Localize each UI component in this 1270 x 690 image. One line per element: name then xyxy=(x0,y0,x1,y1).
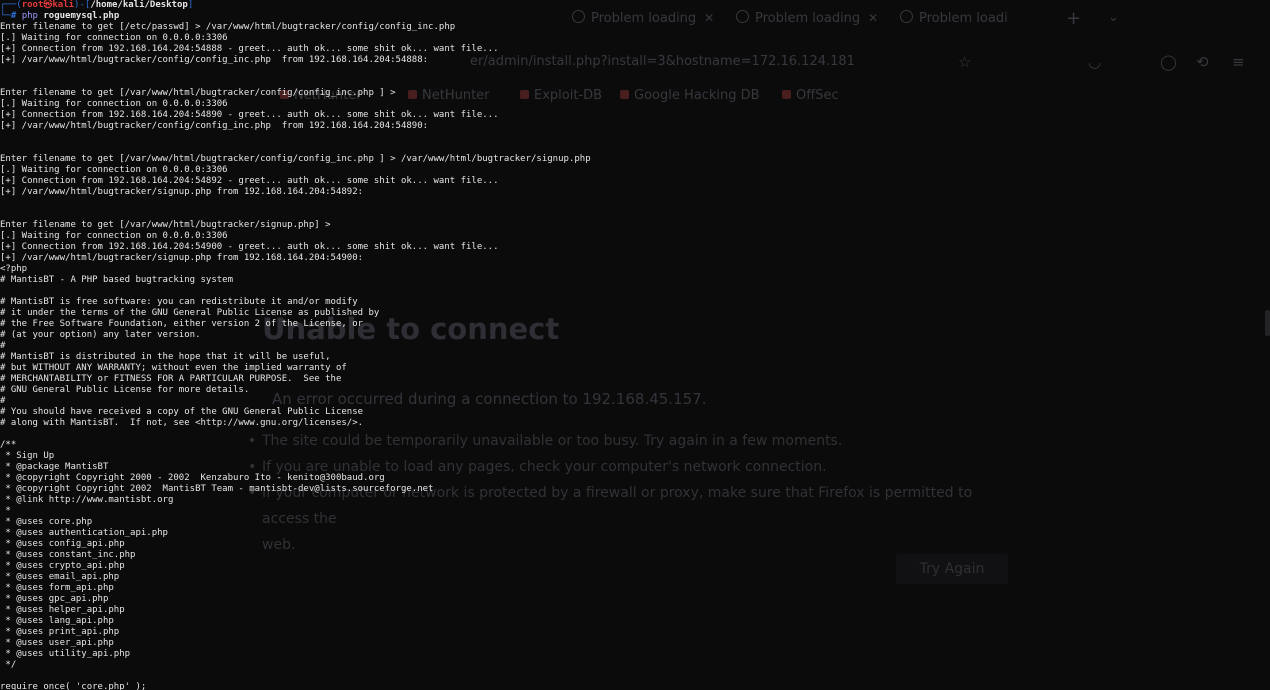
terminal-line: /** xyxy=(0,440,17,450)
prompt-line-2: └─# php roguemysql.php xyxy=(0,11,120,21)
terminal-line: # GNU General Public License for more de… xyxy=(0,385,250,395)
terminal-line: * Sign Up xyxy=(0,451,55,461)
screen: Problem loading ✕ Problem loading ✕ Proble… xyxy=(0,0,1270,690)
terminal-line: # You should have received a copy of the… xyxy=(0,407,364,417)
terminal-line: [+] /var/www/html/bugtracker/config/conf… xyxy=(0,121,429,131)
terminal-line: * @uses user_api.php xyxy=(0,638,114,648)
terminal-line: Enter filename to get [/var/www/html/bug… xyxy=(0,220,331,230)
terminal-line: # MantisBT - A PHP based bugtracking sys… xyxy=(0,275,233,285)
terminal-line: # xyxy=(0,341,6,351)
terminal-line: * @uses crypto_api.php xyxy=(0,561,125,571)
terminal-line: * xyxy=(0,506,11,516)
terminal-line: <?php xyxy=(0,264,28,274)
terminal-line: [.] Waiting for connection on 0.0.0.0:33… xyxy=(0,165,228,175)
terminal-line: # MantisBT is free software: you can red… xyxy=(0,297,358,307)
terminal-line: # it under the terms of the GNU General … xyxy=(0,308,380,318)
terminal-line: Enter filename to get [/etc/passwd] > /v… xyxy=(0,22,456,32)
terminal-line: [.] Waiting for connection on 0.0.0.0:33… xyxy=(0,33,228,43)
terminal-line: [+] /var/www/html/bugtracker/signup.php … xyxy=(0,187,364,197)
terminal-window[interactable]: ┌──(root㉿kali)-[/home/kali/Desktop] └─# … xyxy=(0,0,1270,690)
terminal-line: * @uses constant_inc.php xyxy=(0,550,136,560)
terminal-line: Enter filename to get [/var/www/html/bug… xyxy=(0,88,396,98)
terminal-line: [.] Waiting for connection on 0.0.0.0:33… xyxy=(0,99,228,109)
terminal-line: * @uses email_api.php xyxy=(0,572,120,582)
terminal-line: * @uses authentication_api.php xyxy=(0,528,168,538)
terminal-line: * @uses helper_api.php xyxy=(0,605,125,615)
terminal-line: [+] /var/www/html/bugtracker/signup.php … xyxy=(0,253,364,263)
terminal-line: * @uses print_api.php xyxy=(0,627,120,637)
terminal-line: [+] Connection from 192.168.164.204:5489… xyxy=(0,176,499,186)
terminal-line: * @uses lang_api.php xyxy=(0,616,114,626)
terminal-line: # the Free Software Foundation, either v… xyxy=(0,319,364,329)
terminal-line: * @copyright Copyright 2002 MantisBT Tea… xyxy=(0,484,434,494)
terminal-line: * @uses config_api.php xyxy=(0,539,125,549)
terminal-line: # xyxy=(0,396,6,406)
terminal-line: # but WITHOUT ANY WARRANTY; without even… xyxy=(0,363,347,373)
prompt-line-1: ┌──(root㉿kali)-[/home/kali/Desktop] xyxy=(0,0,194,10)
terminal-line: * @package MantisBT xyxy=(0,462,109,472)
terminal-line: # MERCHANTABILITY or FITNESS FOR A PARTI… xyxy=(0,374,342,384)
terminal-line: * @uses utility_api.php xyxy=(0,649,131,659)
terminal-line: * @uses gpc_api.php xyxy=(0,594,109,604)
terminal-line: * @link http://www.mantisbt.org xyxy=(0,495,174,505)
terminal-line: [+] Connection from 192.168.164.204:5489… xyxy=(0,110,499,120)
terminal-line: # (at your option) any later version. xyxy=(0,330,201,340)
terminal-line: * @uses form_api.php xyxy=(0,583,114,593)
terminal-line: require_once( 'core.php' ); xyxy=(0,682,147,690)
terminal-line: # along with MantisBT. If not, see <http… xyxy=(0,418,364,428)
terminal-line: Enter filename to get [/var/www/html/bug… xyxy=(0,154,591,164)
terminal-line: [+] Connection from 192.168.164.204:5488… xyxy=(0,44,499,54)
terminal-line: # MantisBT is distributed in the hope th… xyxy=(0,352,331,362)
terminal-line: */ xyxy=(0,660,17,670)
terminal-line: [.] Waiting for connection on 0.0.0.0:33… xyxy=(0,231,228,241)
terminal-line: [+] Connection from 192.168.164.204:5490… xyxy=(0,242,499,252)
terminal-line: * @uses core.php xyxy=(0,517,93,527)
terminal-line: [+] /var/www/html/bugtracker/config/conf… xyxy=(0,55,429,65)
terminal-line: * @copyright Copyright 2000 - 2002 Kenza… xyxy=(0,473,385,483)
